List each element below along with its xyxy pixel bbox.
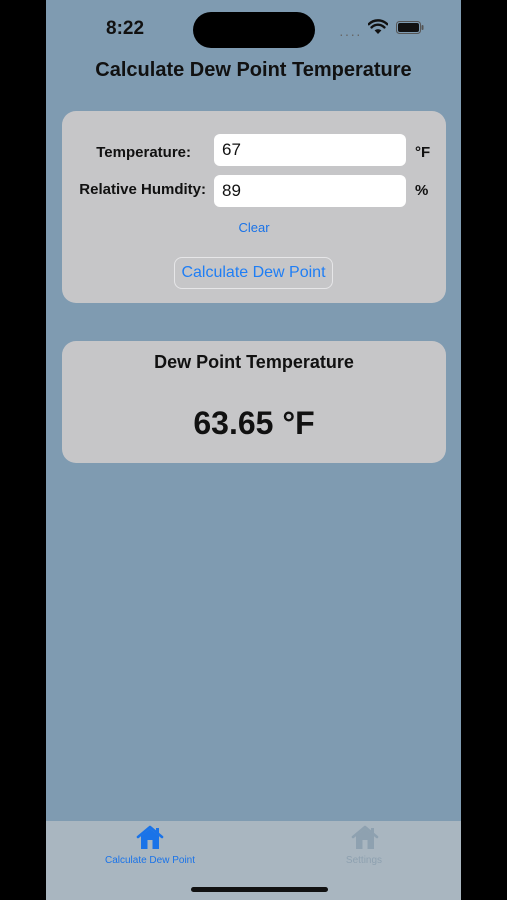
cellular-signal-icon: ···· bbox=[339, 26, 362, 42]
tab-label-settings: Settings bbox=[345, 855, 383, 866]
home-indicator bbox=[191, 887, 328, 892]
dew-point-value: 63.65 °F bbox=[193, 405, 315, 441]
result-title: Dew Point Temperature bbox=[154, 352, 354, 372]
battery-icon bbox=[396, 21, 424, 34]
temperature-unit: °F bbox=[415, 144, 431, 161]
input-card: Temperature: °F Relative Humdity: % Clea… bbox=[62, 111, 446, 303]
app-screen: 8:22 ···· Calculate Dew Point Temperatur… bbox=[46, 0, 461, 900]
tab-label-calculate: Calculate Dew Point bbox=[104, 855, 196, 866]
dynamic-island bbox=[193, 12, 315, 48]
temperature-label: Temperature: bbox=[96, 144, 191, 161]
calculate-dew-point-button[interactable]: Calculate Dew Point bbox=[174, 257, 333, 289]
tab-calculate-dew-point[interactable]: Calculate Dew Point bbox=[46, 821, 254, 881]
status-time: 8:22 bbox=[106, 18, 145, 39]
humidity-label: Relative Humdity: bbox=[79, 181, 206, 198]
wifi-icon bbox=[368, 19, 388, 34]
result-card: Dew Point Temperature 63.65 °F bbox=[62, 341, 446, 463]
page-title: Calculate Dew Point Temperature bbox=[95, 59, 412, 81]
house-icon bbox=[136, 825, 164, 849]
clear-button[interactable]: Clear bbox=[62, 220, 446, 235]
humidity-input[interactable] bbox=[214, 175, 406, 207]
house-icon bbox=[351, 825, 379, 849]
humidity-unit: % bbox=[415, 182, 429, 199]
tab-settings[interactable]: Settings bbox=[254, 821, 461, 881]
temperature-input[interactable] bbox=[214, 134, 406, 166]
